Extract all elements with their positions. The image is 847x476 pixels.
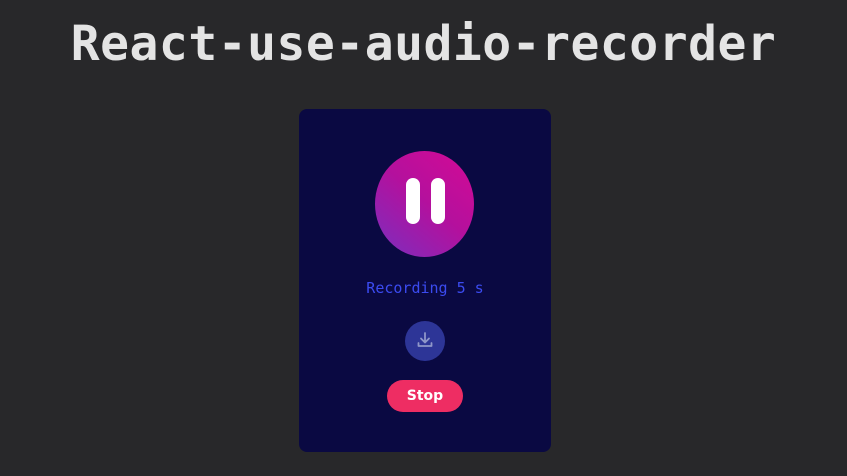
stop-button[interactable]: Stop (387, 380, 463, 412)
recorder-card: Recording 5 s Stop (299, 109, 551, 452)
recording-status: Recording 5 s (366, 279, 484, 297)
pause-bar-left (406, 178, 420, 224)
download-button[interactable] (405, 321, 445, 361)
pause-icon (404, 178, 446, 224)
page-title: React-use-audio-recorder (70, 16, 777, 72)
pause-bar-right (431, 178, 445, 224)
download-icon (417, 332, 433, 347)
pause-button[interactable] (375, 151, 474, 257)
